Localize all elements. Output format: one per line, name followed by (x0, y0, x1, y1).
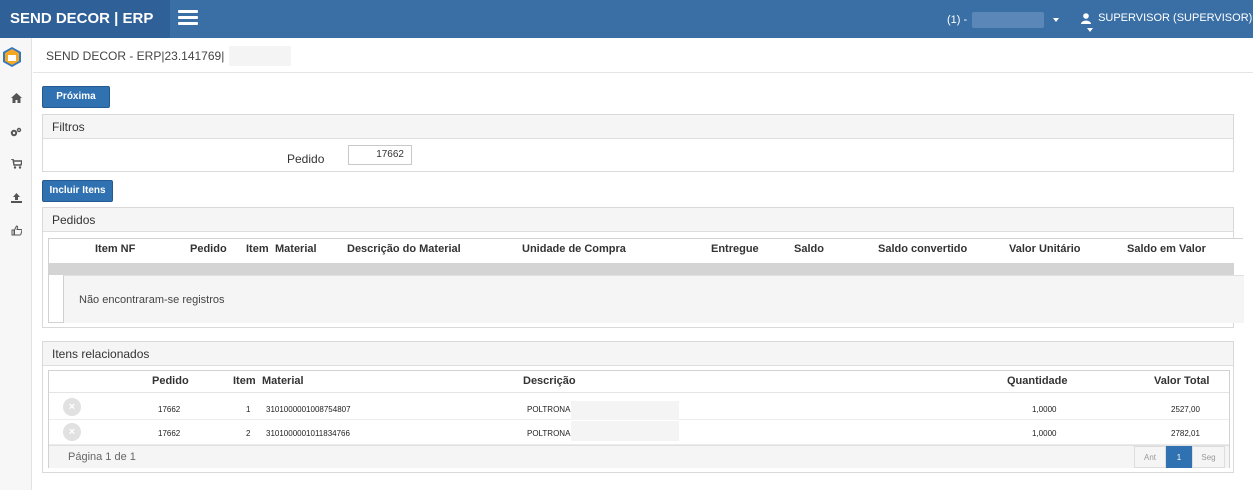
caret-down-icon (1087, 28, 1093, 33)
user-name: SUPERVISOR (SUPERVISOR) (1098, 12, 1253, 24)
col-pedido[interactable]: Pedido (190, 243, 227, 255)
pagination-bar: Página 1 de 1 Ant 1 Seg (49, 445, 1229, 468)
row-pedido: 17662 (158, 405, 181, 414)
redacted-description (571, 421, 679, 441)
row-material: 3101000001011834766 (266, 429, 350, 438)
company-prefix: (1) - (947, 13, 968, 26)
upload-icon[interactable] (6, 188, 26, 208)
filters-panel: Filtros Pedido 17662 (42, 114, 1234, 172)
user-menu[interactable]: SUPERVISOR (SUPERVISOR) (1081, 12, 1253, 36)
orders-grid-header: Item NF Pedido Item Material Descrição d… (49, 239, 1244, 261)
col-quantidade[interactable]: Quantidade (1007, 375, 1068, 387)
sidebar (0, 38, 32, 490)
company-name-redacted (972, 12, 1045, 28)
row-valor-total: 2527,00 (1171, 405, 1200, 414)
col-material[interactable]: Material (275, 243, 317, 255)
next-page-button[interactable]: Seg (1192, 446, 1225, 468)
filters-panel-title: Filtros (43, 115, 1233, 139)
orders-grid-filler-row (49, 263, 1234, 275)
row-quantidade: 1,0000 (1032, 405, 1057, 414)
row-item: 1 (246, 405, 251, 414)
page-title-bar: SEND DECOR - ERP|23.141769| (33, 38, 1253, 73)
pedido-label: Pedido (287, 152, 325, 166)
col-descricao[interactable]: Descrição (523, 375, 576, 387)
include-items-button[interactable]: Incluir Itens (42, 180, 113, 202)
col-entregue[interactable]: Entregue (711, 243, 759, 255)
redacted-area (229, 46, 291, 66)
related-items-grid: Pedido Item Material Descrição Quantidad… (48, 370, 1230, 468)
page-title: SEND DECOR - ERP|23.141769| (46, 49, 225, 63)
next-button[interactable]: Próxima (42, 86, 110, 108)
col-pedido[interactable]: Pedido (152, 375, 189, 387)
row-material: 3101000001008754807 (266, 405, 351, 414)
top-navbar: SEND DECOR | ERP (1) - SUPERVISOR (SUPER… (0, 0, 1253, 38)
pagination-controls: Ant 1 Seg (1134, 446, 1225, 468)
caret-down-icon (1053, 18, 1060, 22)
col-material[interactable]: Material (262, 375, 304, 387)
table-row: × 17662 1 3101000001008754807 POLTRONA 1… (49, 396, 1229, 420)
col-saldo[interactable]: Saldo (794, 243, 824, 255)
related-items-title: Itens relacionados (43, 342, 1233, 366)
home-icon[interactable] (6, 88, 26, 108)
col-valor-unitario[interactable]: Valor Unitário (1009, 243, 1081, 255)
related-grid-header: Pedido Item Material Descrição Quantidad… (49, 371, 1229, 393)
row-item: 2 (246, 429, 251, 438)
menu-icon[interactable] (178, 10, 198, 26)
col-unidade-compra[interactable]: Unidade de Compra (522, 243, 626, 255)
row-descricao: POLTRONA (527, 405, 571, 414)
user-icon (1081, 12, 1091, 24)
col-item[interactable]: Item (233, 375, 256, 387)
pedido-input[interactable]: 17662 (348, 145, 412, 165)
col-item[interactable]: Item (246, 243, 269, 255)
col-saldo-convertido[interactable]: Saldo convertido (878, 243, 967, 255)
gears-icon[interactable] (6, 122, 26, 142)
orders-empty-row: Não encontraram-se registros (63, 275, 1244, 323)
row-pedido: 17662 (158, 429, 181, 438)
prev-page-button[interactable]: Ant (1134, 446, 1166, 468)
orders-empty-text: Não encontraram-se registros (79, 294, 225, 306)
thumbs-up-icon[interactable] (6, 220, 26, 240)
remove-icon[interactable]: × (63, 423, 81, 441)
page-1-button[interactable]: 1 (1166, 446, 1192, 468)
row-valor-total: 2782,01 (1171, 429, 1200, 438)
logo-icon[interactable] (2, 46, 22, 68)
company-selector[interactable]: (1) - (947, 12, 1060, 28)
col-descricao-material[interactable]: Descrição do Material (347, 243, 461, 255)
orders-grid: Item NF Pedido Item Material Descrição d… (48, 238, 1244, 323)
row-quantidade: 1,0000 (1032, 429, 1057, 438)
table-row: × 17662 2 3101000001011834766 POLTRONA 1… (49, 421, 1229, 445)
col-valor-total[interactable]: Valor Total (1154, 375, 1209, 387)
col-item-nf[interactable]: Item NF (95, 243, 135, 255)
app-brand[interactable]: SEND DECOR | ERP (0, 0, 170, 38)
remove-icon[interactable]: × (63, 398, 81, 416)
redacted-description (571, 401, 679, 420)
cart-icon[interactable] (6, 154, 26, 174)
orders-panel-title: Pedidos (43, 208, 1233, 232)
orders-panel: Pedidos Item NF Pedido Item Material Des… (42, 207, 1244, 328)
pagination-summary: Página 1 de 1 (68, 451, 136, 463)
col-saldo-valor[interactable]: Saldo em Valor (1127, 243, 1206, 255)
related-items-panel: Itens relacionados Pedido Item Material … (42, 341, 1234, 473)
row-descricao: POLTRONA (527, 429, 571, 438)
